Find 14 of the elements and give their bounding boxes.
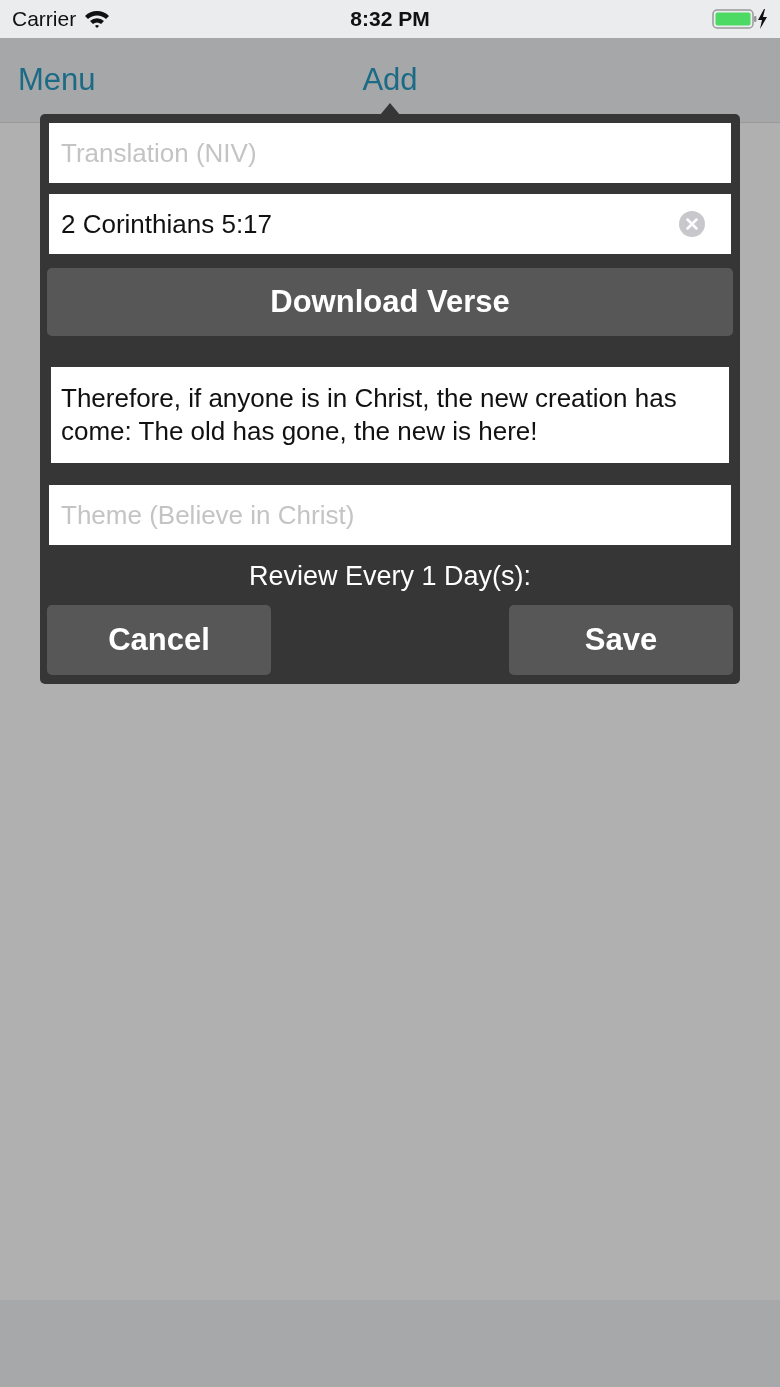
wifi-icon: [84, 9, 111, 29]
nav-title: Add: [362, 62, 418, 98]
battery-icon: [712, 8, 768, 30]
clock-time: 8:32 PM: [350, 7, 430, 31]
theme-field[interactable]: Theme (Believe in Christ): [49, 485, 731, 545]
carrier-label: Carrier: [12, 7, 77, 31]
download-verse-button[interactable]: Download Verse: [47, 268, 733, 336]
save-button[interactable]: Save: [509, 605, 733, 675]
review-label: Review Every 1 Day(s):: [248, 561, 532, 592]
translation-field[interactable]: Translation (NIV): [49, 123, 731, 183]
reference-field[interactable]: 2 Corinthians 5:17: [49, 194, 731, 254]
cancel-button[interactable]: Cancel: [47, 605, 271, 675]
clear-icon[interactable]: [679, 211, 705, 237]
verse-text: Therefore, if anyone is in Christ, the new creation has come: The old has gone, the new is here!: [51, 367, 729, 463]
